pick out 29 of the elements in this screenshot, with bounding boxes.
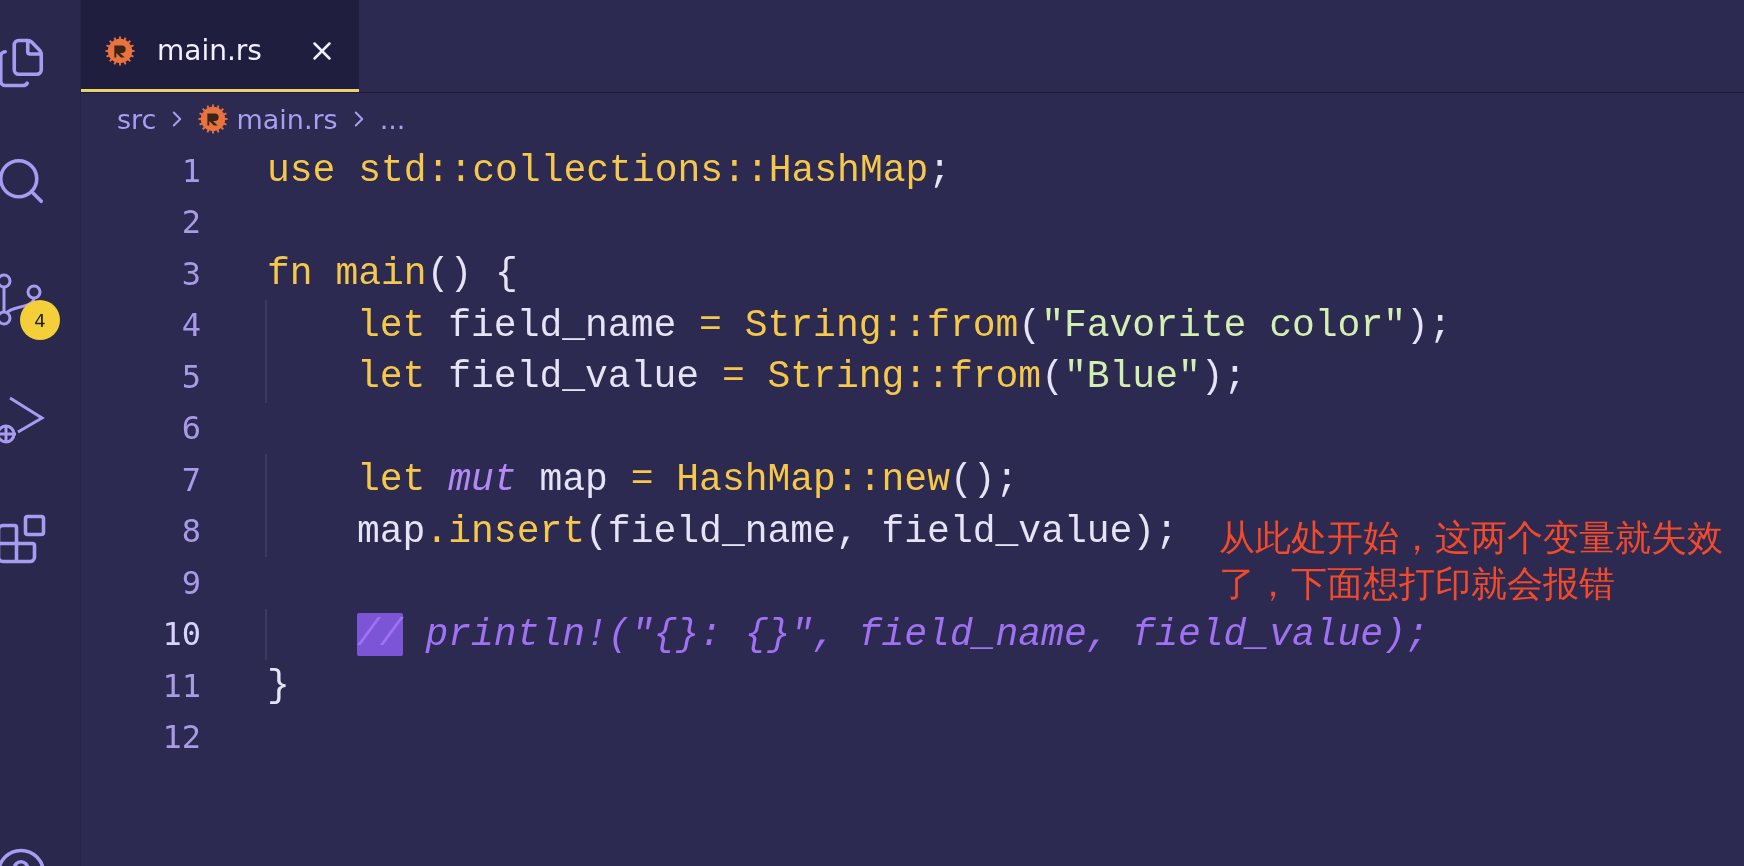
breadcrumb-item[interactable]: src [117,103,157,135]
line-number: 7 [180,460,202,499]
cog-icon [198,104,229,134]
code-line: } [266,663,290,710]
line-number: 6 [180,409,202,448]
code-line: let field_name = String::from("Favorite color"); [265,299,1452,351]
line-number: 12 [161,718,202,757]
code-line: map.insert(field_name, field_value); [265,505,1178,557]
code-line: let mut map = HashMap::new(); [265,454,1019,506]
line-number: 2 [180,203,202,242]
line-number: 3 [180,254,202,293]
code-line: fn main() { [266,251,518,298]
extensions-icon[interactable] [0,512,48,566]
annotation-text: 从此处开始，这两个变量就失效了，下面想打印就会报错 [1219,516,1724,606]
line-number: 4 [180,306,202,345]
line-number: 10 [161,615,202,654]
code-line: use std::collections::HashMap; [266,148,952,195]
breadcrumb-item[interactable]: ... [379,103,406,135]
code-line: let field_value = String::from("Blue"); [265,351,1247,403]
cog-icon [105,35,135,66]
line-number: 8 [180,512,202,551]
breadcrumb-item[interactable]: main.rs [236,103,338,135]
tab-label: main.rs [157,34,263,67]
code-line: // println!("{}: {}", field_name, field_value); [265,608,1429,660]
count-badge: 4 [20,300,60,340]
line-number: 5 [180,357,202,396]
line-number: 9 [180,563,202,602]
line-number: 11 [161,666,202,705]
line-number: 1 [180,151,202,190]
